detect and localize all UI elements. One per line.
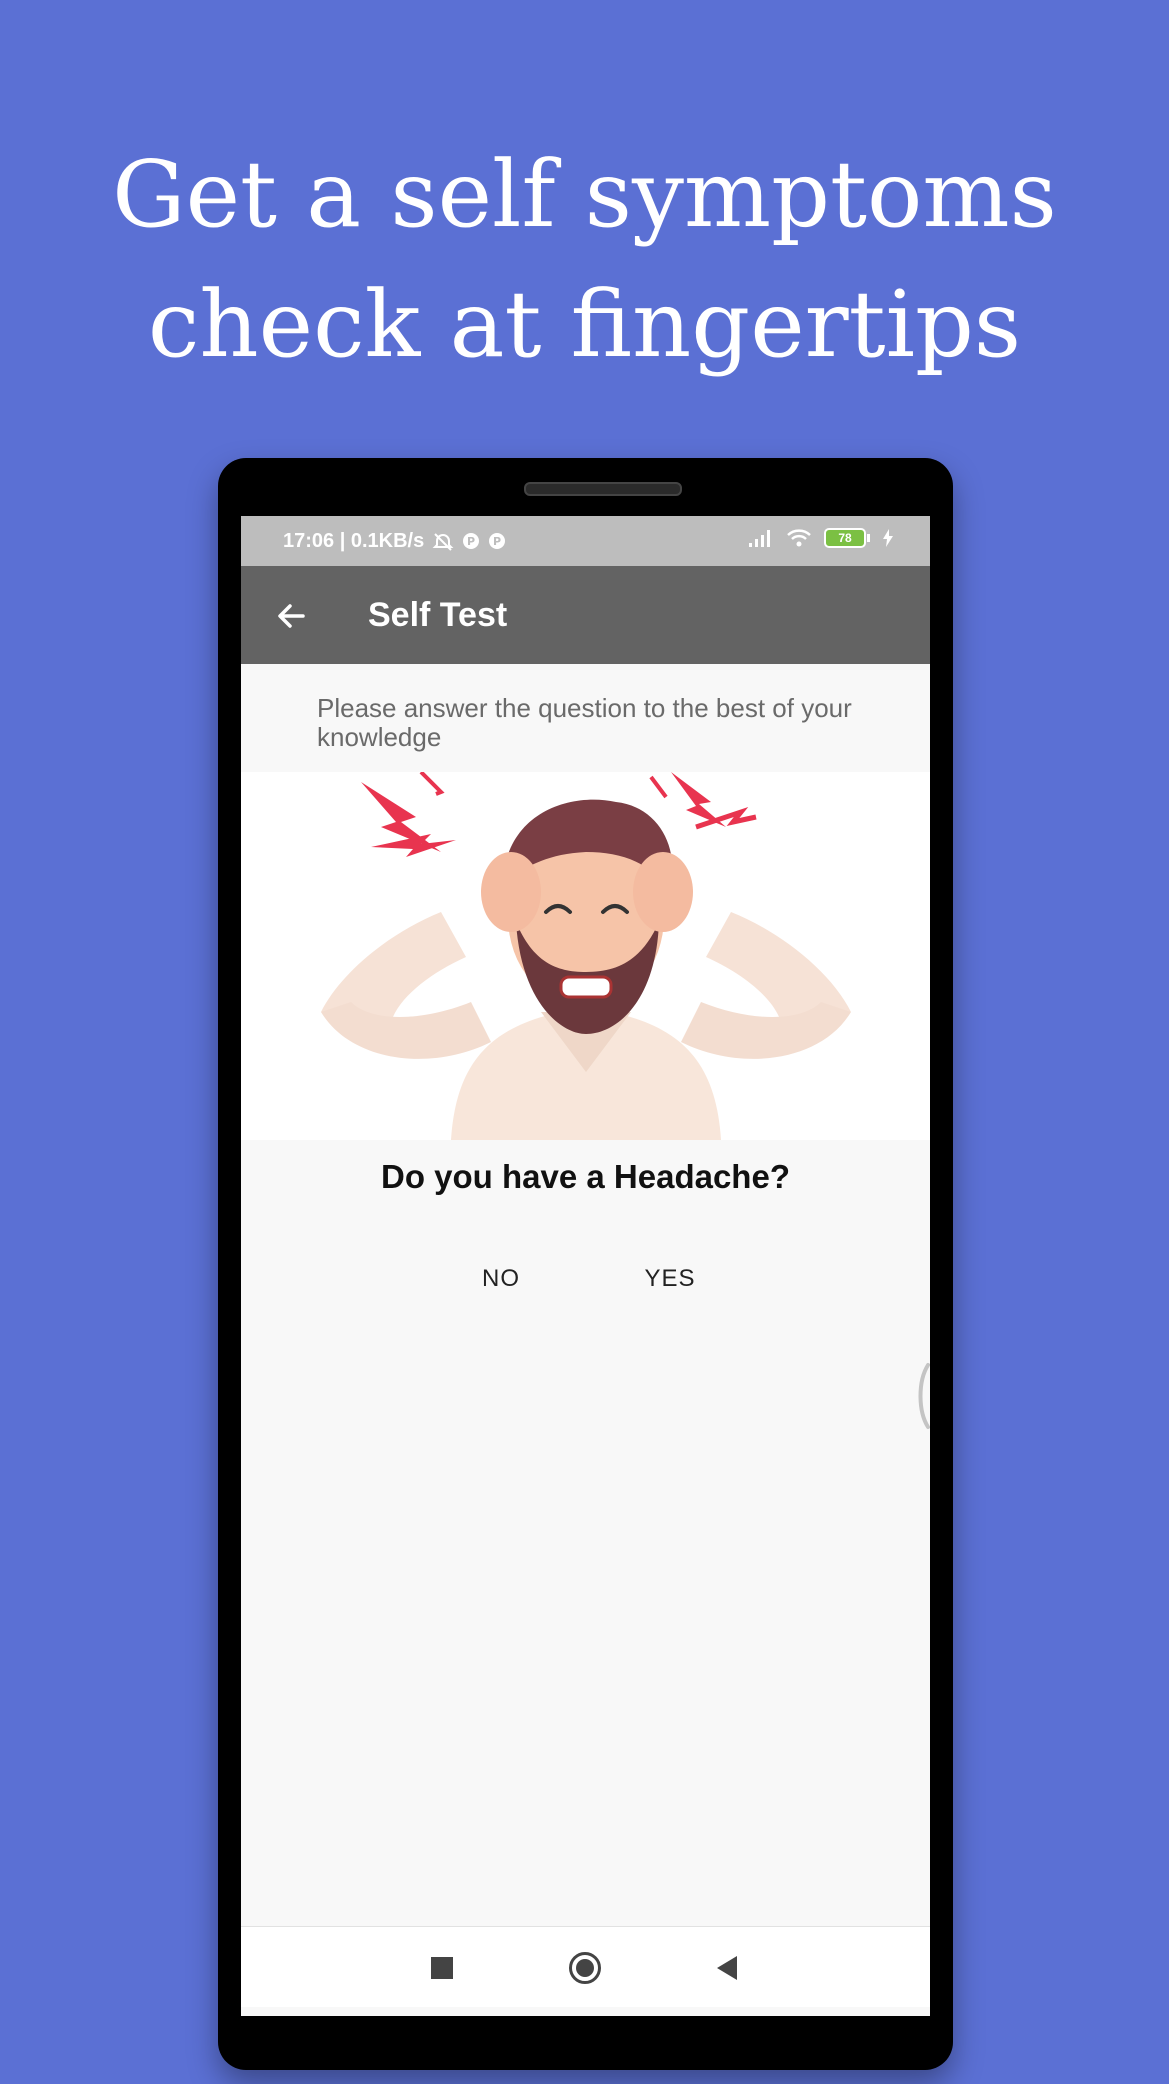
promo-headline: Get a self symptoms check at fingertips	[0, 130, 1169, 390]
signal-icon	[748, 528, 774, 548]
svg-text:P: P	[493, 535, 501, 548]
phone-screen: 17:06 | 0.1KB/s P P 78 Self Test Please …	[241, 516, 930, 2016]
page-title: Self Test	[368, 596, 508, 634]
man-with-headache-illustration	[241, 770, 930, 1140]
instruction-text: Please answer the question to the best o…	[317, 693, 852, 752]
status-time: 17:06 | 0.1KB/s	[283, 530, 425, 552]
battery-level: 78	[824, 528, 866, 548]
answer-yes-button[interactable]: YES	[610, 1254, 730, 1304]
back-triangle-icon[interactable]	[715, 1955, 739, 1986]
battery-icon: 78	[824, 528, 870, 548]
arrow-left-icon[interactable]	[271, 596, 311, 636]
system-nav-bar	[241, 1926, 930, 2007]
answer-no-button[interactable]: NO	[441, 1254, 561, 1304]
notification-p-icon: P	[488, 531, 506, 553]
charging-icon	[882, 528, 894, 548]
status-bar: 17:06 | 0.1KB/s P P 78	[241, 516, 930, 566]
edge-swipe-handle[interactable]	[916, 1361, 930, 1431]
phone-speaker	[524, 482, 682, 496]
home-icon[interactable]	[569, 1952, 601, 1984]
wifi-icon	[786, 528, 812, 548]
headline-line-1: Get a self symptoms	[112, 141, 1057, 248]
status-right: 78	[748, 528, 894, 548]
recent-apps-icon[interactable]	[431, 1957, 453, 1979]
alarm-off-icon	[432, 531, 454, 553]
app-bar: Self Test	[241, 566, 930, 664]
headline-line-2: check at fingertips	[147, 271, 1022, 378]
question-text: Do you have a Headache?	[381, 1158, 790, 1195]
notification-p-icon: P	[462, 531, 480, 553]
svg-text:P: P	[467, 535, 475, 548]
phone-frame: 17:06 | 0.1KB/s P P 78 Self Test Please …	[218, 458, 953, 2070]
status-left: 17:06 | 0.1KB/s P P	[283, 530, 506, 553]
